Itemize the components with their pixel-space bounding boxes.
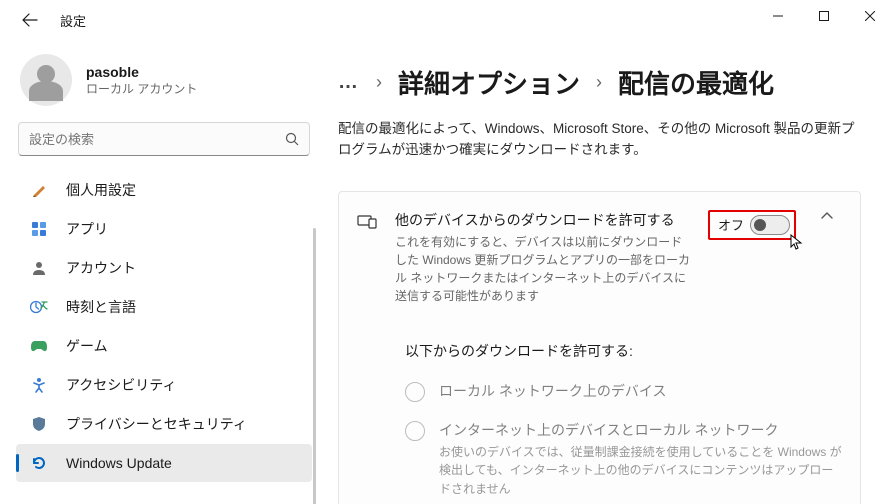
gaming-icon [30,337,48,355]
setting-card: 他のデバイスからのダウンロードを許可する これを有効にすると、デバイスは以前にダ… [338,191,861,504]
minimize-button[interactable] [755,0,801,32]
privacy-icon [30,415,48,433]
apps-icon [30,220,48,238]
cursor-icon [790,234,804,252]
account-icon [30,259,48,277]
search-box[interactable] [18,122,310,156]
radio-option-local[interactable]: ローカル ネットワーク上のデバイス [405,381,842,402]
sidebar-item-gaming[interactable]: ゲーム [16,327,312,365]
brush-icon [30,181,48,199]
sidebar-item-windows-update[interactable]: Windows Update [16,444,312,482]
back-button[interactable] [18,8,42,32]
sidebar-item-label: アカウント [66,258,136,278]
sidebar-item-privacy[interactable]: プライバシーとセキュリティ [16,405,312,443]
sidebar-item-label: ゲーム [66,336,108,356]
page-description: 配信の最適化によって、Windows、Microsoft Store、その他の … [338,119,861,161]
section-title: 以下からのダウンロードを許可する: [405,341,842,361]
sidebar-item-accessibility[interactable]: アクセシビリティ [16,366,312,404]
sidebar-item-label: プライバシーとセキュリティ [66,414,247,434]
close-button[interactable] [847,0,893,32]
expand-chevron[interactable] [812,210,842,220]
sidebar-item-label: アクセシビリティ [66,375,176,395]
setting-description: これを有効にすると、デバイスは以前にダウンロードした Windows 更新プログ… [395,233,692,305]
radio-button[interactable] [405,421,425,441]
highlighted-toggle: オフ [708,210,796,240]
maximize-button[interactable] [801,0,847,32]
profile-block[interactable]: pasoble ローカル アカウント [12,48,316,122]
sidebar-item-accounts[interactable]: アカウント [16,249,312,287]
profile-sub: ローカル アカウント [86,80,197,97]
sidebar-item-label: 時刻と言語 [66,297,136,317]
toggle-state-label: オフ [718,215,744,234]
profile-name: pasoble [86,64,197,80]
update-icon [30,454,48,472]
time-language-icon [30,298,48,316]
allow-downloads-toggle[interactable] [750,215,790,235]
radio-sub: お使いのデバイスでは、従量制課金接続を使用していることを Windows が検出… [439,443,842,499]
sidebar-item-label: 個人用設定 [66,180,136,200]
search-input[interactable] [29,132,285,147]
radio-label: インターネット上のデバイスとローカル ネットワーク [439,420,842,440]
radio-label: ローカル ネットワーク上のデバイス [439,381,842,401]
breadcrumb-overflow[interactable]: … [338,71,360,94]
setting-title: 他のデバイスからのダウンロードを許可する [395,210,692,230]
sidebar-item-time-language[interactable]: 時刻と言語 [16,288,312,326]
radio-button[interactable] [405,382,425,402]
breadcrumb: … › 詳細オプション › 配信の最適化 [338,64,861,101]
sidebar-item-apps[interactable]: アプリ [16,210,312,248]
sidebar-item-label: アプリ [66,219,108,239]
accessibility-icon [30,376,48,394]
avatar [20,54,72,106]
app-title: 設定 [60,11,86,30]
breadcrumb-mid[interactable]: 詳細オプション [398,64,580,101]
breadcrumb-current: 配信の最適化 [618,64,774,101]
search-icon [285,132,299,146]
sidebar-item-personalization[interactable]: 個人用設定 [16,171,312,209]
chevron-right-icon: › [596,72,602,93]
radio-option-internet[interactable]: インターネット上のデバイスとローカル ネットワーク お使いのデバイスでは、従量制… [405,420,842,499]
chevron-right-icon: › [376,72,382,93]
sidebar-item-label: Windows Update [66,455,172,471]
scrollbar-thumb[interactable] [313,228,316,504]
download-devices-icon [357,210,379,229]
